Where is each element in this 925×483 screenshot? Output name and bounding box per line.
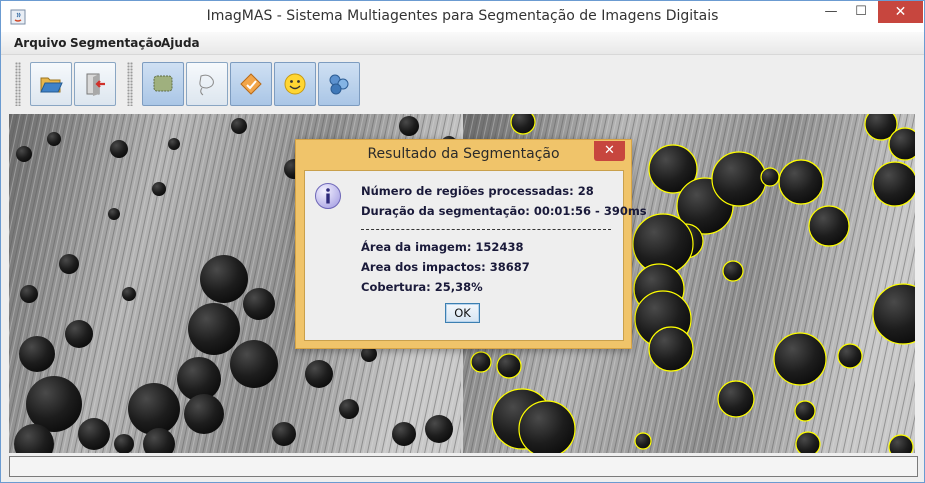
lasso-button[interactable] — [186, 62, 228, 106]
open-file-button[interactable] — [30, 62, 72, 106]
menu-segmentacao[interactable]: Segmentação — [70, 36, 162, 50]
dialog-title: Resultado da Segmentação — [367, 146, 560, 162]
close-button[interactable]: ✕ — [878, 1, 923, 23]
smiley-agent-button[interactable] — [274, 62, 316, 106]
open-folder-icon — [40, 77, 63, 93]
toolbar-grip-2[interactable] — [127, 62, 133, 106]
dialog-close-button[interactable]: ✕ — [594, 141, 625, 161]
title-bar: ImagMAS - Sistema Multiagentes para Segm… — [1, 1, 924, 32]
window-title: ImagMAS - Sistema Multiagentes para Segm… — [206, 8, 719, 24]
info-icon — [315, 183, 341, 209]
menu-ajuda[interactable]: Ajuda — [161, 36, 200, 50]
toolbar — [1, 56, 924, 111]
coverage-text: Cobertura: 25,38% — [361, 280, 483, 294]
ok-button[interactable]: OK — [445, 303, 480, 323]
impact-area-text: Area dos impactos: 38687 — [361, 260, 530, 274]
menu-arquivo[interactable]: Arquivo — [14, 36, 67, 50]
menu-bar: Arquivo Segmentação Ajuda — [1, 32, 924, 55]
agents-cluster-button[interactable] — [318, 62, 360, 106]
exit-button[interactable] — [74, 62, 116, 106]
diamond-tool-button[interactable] — [230, 62, 272, 106]
regions-processed-text: Número de regiões processadas: 28 — [361, 184, 594, 198]
region-select-icon — [153, 75, 173, 92]
main-window: ImagMAS - Sistema Multiagentes para Segm… — [0, 0, 925, 483]
maximize-button[interactable]: ☐ — [846, 1, 876, 23]
smiley-agent-icon — [284, 73, 306, 95]
segmentation-duration-text: Duração da segmentação: 00:01:56 - 390ms — [361, 204, 647, 218]
dialog-separator — [361, 229, 611, 230]
segmentation-result-dialog: Resultado da Segmentação ✕ Número de reg… — [295, 139, 647, 349]
status-bar — [9, 456, 918, 477]
diamond-tool-icon — [240, 73, 262, 95]
dialog-body: Número de regiões processadas: 28 Duraçã… — [304, 170, 647, 341]
agents-cluster-icon — [329, 74, 349, 95]
region-select-button[interactable] — [142, 62, 184, 106]
image-area-text: Área da imagem: 152438 — [361, 240, 524, 254]
toolbar-grip[interactable] — [15, 62, 21, 106]
exit-icon — [86, 73, 105, 96]
freeform-lasso-icon — [199, 74, 214, 96]
minimize-button[interactable]: — — [816, 1, 846, 23]
